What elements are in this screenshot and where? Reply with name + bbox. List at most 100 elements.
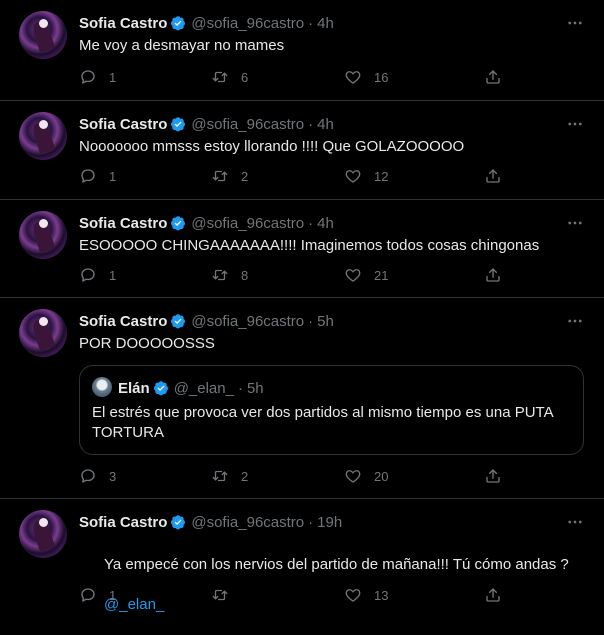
more-dots-icon[interactable] (566, 513, 584, 531)
share-button[interactable] (484, 265, 502, 285)
like-button[interactable]: 20 (344, 466, 388, 486)
tweet-header: Sofia Castro @sofia_96castro · 4h (79, 114, 334, 134)
author-handle[interactable]: @sofia_96castro (191, 15, 304, 32)
tweet[interactable]: Sofia Castro @sofia_96castro · 19h Ya em… (0, 499, 604, 613)
action-bar: 1 2 12 (79, 166, 509, 186)
verified-badge-icon (170, 116, 186, 132)
retweet-button[interactable]: 8 (211, 265, 248, 285)
avatar[interactable] (19, 11, 67, 59)
reply-count: 1 (109, 267, 117, 283)
separator-dot: · (308, 214, 314, 232)
retweet-button[interactable]: 6 (211, 67, 248, 87)
reply-button[interactable]: 1 (79, 67, 116, 87)
retweet-arrows-icon (211, 467, 229, 485)
avatar[interactable] (19, 309, 67, 357)
heart-icon (344, 467, 362, 485)
verified-badge-icon (170, 15, 186, 31)
avatar[interactable] (19, 211, 67, 259)
timestamp[interactable]: 4h (317, 116, 334, 133)
author-name[interactable]: Sofia Castro (79, 514, 167, 531)
share-button[interactable] (484, 67, 502, 87)
tweet-header: Sofia Castro @sofia_96castro · 4h (79, 13, 334, 33)
like-button[interactable]: 13 (344, 585, 388, 605)
reply-button[interactable]: 1 (79, 166, 116, 186)
separator-dot: · (308, 312, 314, 330)
timestamp[interactable]: 19h (317, 514, 342, 531)
action-bar: 1 8 21 (79, 265, 509, 285)
quoted-header: Elán @_elan_ · 5h (118, 378, 264, 398)
timestamp[interactable]: 4h (317, 215, 334, 232)
like-button[interactable]: 16 (344, 67, 388, 87)
retweet-button[interactable]: 2 (211, 466, 248, 486)
tweet-text-body: Ya empecé con los nervios del partido de… (104, 556, 569, 573)
tweet-text: Nooooooo mmsss estoy llorando !!!! Que G… (79, 138, 465, 155)
share-upload-icon (484, 586, 502, 604)
reply-button[interactable]: 1 (79, 265, 116, 285)
verified-badge-icon (170, 215, 186, 231)
like-count: 12 (374, 168, 389, 184)
author-handle[interactable]: @sofia_96castro (191, 116, 304, 133)
more-dots-icon[interactable] (566, 14, 584, 32)
action-bar: 1 6 16 (79, 67, 509, 87)
retweet-count: 2 (241, 468, 249, 484)
author-handle[interactable]: @sofia_96castro (191, 215, 304, 232)
tweet-text: ESOOOOO CHINGAAAAAAA!!!! Imaginemos todo… (79, 237, 540, 254)
share-upload-icon (484, 68, 502, 86)
tweet[interactable]: Sofia Castro @sofia_96castro · 5h POR DO… (0, 298, 604, 499)
tweet[interactable]: Sofia Castro @sofia_96castro · 4h Me voy… (0, 0, 604, 101)
reply-count: 1 (109, 168, 117, 184)
author-name[interactable]: Sofia Castro (79, 15, 167, 32)
like-count: 16 (374, 69, 389, 85)
like-button[interactable]: 21 (344, 265, 388, 285)
more-dots-icon[interactable] (566, 214, 584, 232)
reply-bubble-icon (79, 467, 97, 485)
author-name[interactable]: Sofia Castro (79, 215, 167, 232)
verified-badge-icon (170, 313, 186, 329)
like-button[interactable]: 12 (344, 166, 388, 186)
retweet-count: 2 (241, 168, 249, 184)
separator-dot: · (308, 14, 314, 32)
retweet-button[interactable]: 2 (211, 166, 248, 186)
separator-dot: · (308, 513, 314, 531)
like-count: 21 (374, 267, 389, 283)
tweet-text: POR DOOOOOSSS (79, 335, 215, 352)
author-handle[interactable]: @sofia_96castro (191, 514, 304, 531)
reply-button[interactable]: 1 (79, 585, 116, 605)
tweet-header: Sofia Castro @sofia_96castro · 4h (79, 213, 334, 233)
verified-badge-icon (153, 380, 169, 396)
quoted-text: El estrés que provoca ver dos partidos a… (92, 404, 553, 441)
share-button[interactable] (484, 166, 502, 186)
verified-badge-icon (170, 514, 186, 530)
separator-dot: · (237, 379, 243, 397)
reply-button[interactable]: 3 (79, 466, 116, 486)
separator-dot: · (308, 115, 314, 133)
quoted-tweet[interactable]: Elán @_elan_ · 5h El estrés que provoca … (79, 365, 584, 455)
author-name[interactable]: Sofia Castro (79, 116, 167, 133)
more-dots-icon[interactable] (566, 312, 584, 330)
quoted-author-name: Elán (118, 379, 150, 397)
more-dots-icon[interactable] (566, 115, 584, 133)
share-upload-icon (484, 167, 502, 185)
share-button[interactable] (484, 585, 502, 605)
share-upload-icon (484, 467, 502, 485)
tweet-header: Sofia Castro @sofia_96castro · 19h (79, 512, 342, 532)
author-name[interactable]: Sofia Castro (79, 313, 167, 330)
quoted-avatar (92, 377, 112, 397)
retweet-count: 8 (241, 267, 249, 283)
reply-bubble-icon (79, 266, 97, 284)
heart-icon (344, 68, 362, 86)
author-handle[interactable]: @sofia_96castro (191, 313, 304, 330)
reply-bubble-icon (79, 68, 97, 86)
retweet-count: 6 (241, 69, 249, 85)
retweet-arrows-icon (211, 586, 229, 604)
action-bar: 3 2 20 (79, 466, 509, 486)
avatar[interactable] (19, 112, 67, 160)
share-button[interactable] (484, 466, 502, 486)
retweet-arrows-icon (211, 266, 229, 284)
avatar[interactable] (19, 510, 67, 558)
retweet-button[interactable] (211, 585, 241, 605)
timestamp[interactable]: 4h (317, 15, 334, 32)
timestamp[interactable]: 5h (317, 313, 334, 330)
tweet[interactable]: Sofia Castro @sofia_96castro · 4h Nooooo… (0, 101, 604, 200)
tweet[interactable]: Sofia Castro @sofia_96castro · 4h ESOOOO… (0, 200, 604, 298)
